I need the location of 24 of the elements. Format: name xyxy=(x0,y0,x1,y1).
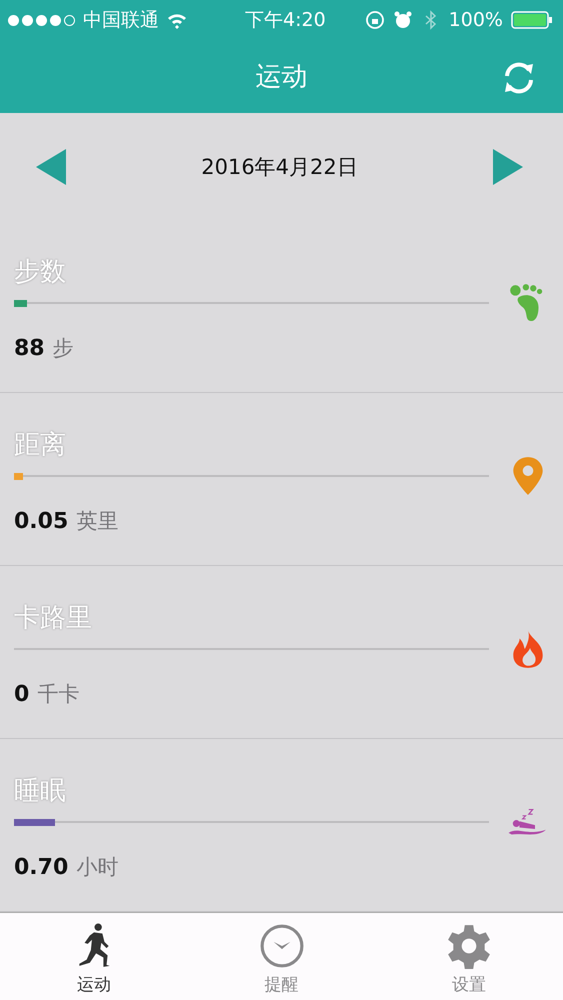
metric-unit: 步 xyxy=(52,335,74,362)
clock-icon xyxy=(258,923,304,969)
signal-icon xyxy=(8,14,75,26)
tab[interactable]: 运动 xyxy=(0,913,188,1000)
metric-unit: 英里 xyxy=(76,508,118,535)
metric-unit: 千卡 xyxy=(37,681,80,708)
metric-value: 0.70 xyxy=(14,855,68,880)
nav-title: 运动 xyxy=(256,61,308,94)
metric-unit: 小时 xyxy=(76,854,118,881)
metric-value: 0 xyxy=(14,682,30,707)
metric-value: 88 xyxy=(14,336,45,361)
battery-icon xyxy=(511,11,555,29)
carrier: 中国联通 xyxy=(83,8,159,33)
battery-percent: 100% xyxy=(448,9,503,31)
date-label: 2016年4月22日 xyxy=(201,154,358,180)
rotation-lock-icon xyxy=(364,10,385,30)
next-day-arrow-icon[interactable] xyxy=(491,148,523,184)
alarm-icon xyxy=(392,10,413,30)
previous-day-arrow-icon[interactable] xyxy=(36,148,68,184)
settings-icon xyxy=(446,923,492,969)
metric-value: 0.05 xyxy=(14,509,68,534)
tab[interactable]: 提醒 xyxy=(188,913,376,1000)
tab[interactable]: 设置 xyxy=(375,913,563,1000)
status-time: 下午4:20 xyxy=(245,8,326,33)
